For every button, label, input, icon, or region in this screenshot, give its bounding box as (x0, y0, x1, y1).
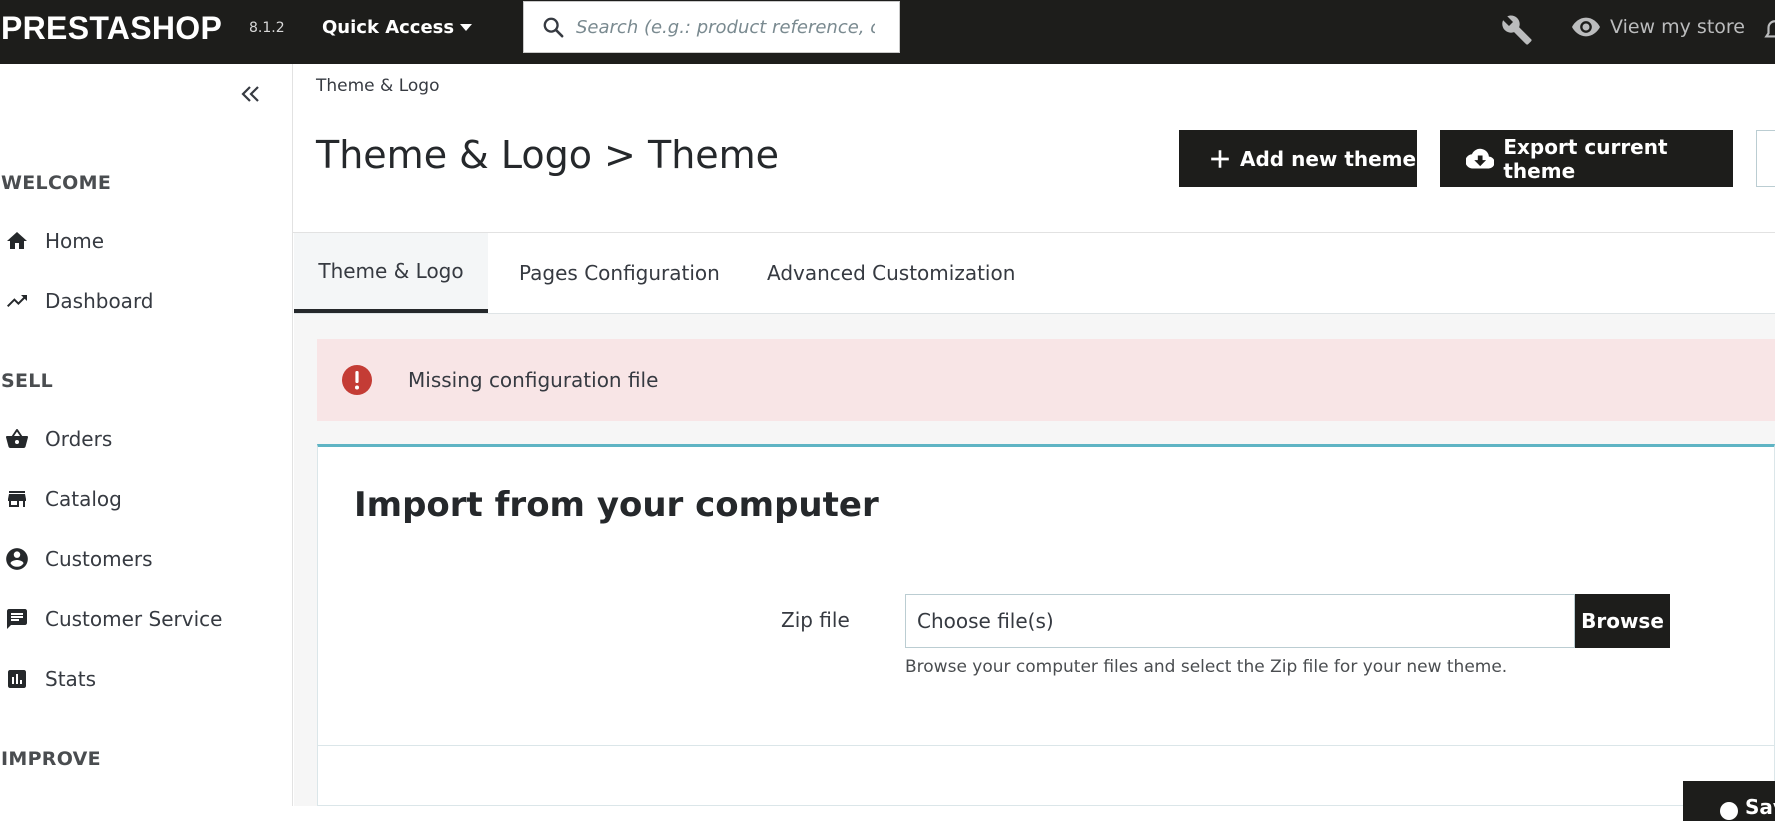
sidebar-item-label: Catalog (45, 487, 122, 511)
export-current-theme-label: Export current theme (1503, 134, 1668, 183)
import-card: Import from your computer Zip file Choos… (317, 444, 1775, 821)
sidebar-section-sell: SELL (1, 370, 54, 392)
trending-up-icon (2, 286, 32, 316)
eye-icon (1572, 17, 1600, 37)
file-input[interactable]: Choose file(s) (905, 594, 1575, 648)
tab-advanced-customization[interactable]: Advanced Customization (767, 233, 1015, 313)
chat-icon (2, 604, 32, 634)
sidebar-item-label: Home (45, 229, 105, 253)
version-label: 8.1.2 (249, 20, 285, 36)
sidebar-item-customers[interactable]: Customers (0, 542, 153, 576)
sidebar: WELCOME Home Dashboard SELL Orders Catal… (0, 64, 293, 806)
prestashop-logo[interactable]: PRESTASHOP (1, 10, 222, 46)
sidebar-item-label: Customers (45, 547, 153, 571)
sidebar-item-catalog[interactable]: Catalog (0, 482, 122, 516)
collapse-sidebar-icon[interactable] (240, 84, 262, 104)
browse-button[interactable]: Browse (1575, 594, 1670, 648)
search-icon[interactable] (542, 16, 564, 38)
file-upload-group: Choose file(s) Browse (905, 594, 1670, 648)
tab-theme-logo[interactable]: Theme & Logo (294, 233, 488, 313)
error-alert: Missing configuration file (317, 339, 1775, 421)
cloud-download-icon (1466, 148, 1495, 168)
basket-icon (2, 424, 32, 454)
breadcrumb[interactable]: Theme & Logo (316, 76, 439, 96)
card-title: Import from your computer (354, 485, 879, 525)
quick-access-dropdown[interactable]: Quick Access (322, 17, 473, 38)
card-divider (318, 745, 1774, 746)
sidebar-section-welcome: WELCOME (1, 172, 112, 194)
sidebar-item-dashboard[interactable]: Dashboard (0, 284, 154, 318)
wrench-icon[interactable] (1501, 14, 1533, 46)
quick-access-label: Quick Access (322, 17, 455, 38)
bar-chart-icon (2, 664, 32, 694)
caret-down-icon (460, 24, 473, 31)
save-button[interactable]: Save (1683, 781, 1775, 821)
view-store-link[interactable]: View my store (1572, 16, 1745, 38)
add-new-theme-label: Add new theme (1240, 146, 1417, 171)
plus-icon (1211, 149, 1229, 168)
zip-file-label: Zip file (781, 608, 850, 632)
save-icon (1720, 802, 1738, 820)
sidebar-item-label: Orders (45, 427, 113, 451)
save-label: Save (1745, 795, 1775, 819)
sidebar-section-improve: IMPROVE (1, 748, 101, 770)
search-input[interactable] (574, 15, 877, 39)
sidebar-item-label: Customer Service (45, 607, 223, 631)
top-bar: PRESTASHOP 8.1.2 Quick Access View my st… (0, 0, 1775, 64)
help-text: Browse your computer files and select th… (905, 657, 1508, 677)
error-icon (341, 364, 373, 396)
tab-pages-configuration[interactable]: Pages Configuration (519, 233, 720, 313)
account-circle-icon (2, 544, 32, 574)
sidebar-item-label: Dashboard (45, 289, 154, 313)
view-store-label: View my store (1610, 16, 1745, 38)
help-button[interactable] (1756, 130, 1775, 187)
sidebar-item-customer-service[interactable]: Customer Service (0, 602, 222, 636)
sidebar-item-orders[interactable]: Orders (0, 422, 112, 456)
home-icon (2, 226, 32, 256)
sidebar-item-home[interactable]: Home (0, 224, 104, 258)
sidebar-item-label: Stats (45, 667, 97, 691)
add-new-theme-button[interactable]: Add new theme (1179, 130, 1417, 187)
export-current-theme-button[interactable]: Export current theme (1440, 130, 1733, 187)
bell-icon[interactable] (1762, 16, 1775, 46)
tab-bar: Theme & Logo Pages Configuration Advance… (294, 233, 1775, 314)
sidebar-item-stats[interactable]: Stats (0, 662, 96, 696)
search-box[interactable] (523, 1, 900, 53)
alert-message: Missing configuration file (408, 368, 659, 392)
page-title: Theme & Logo > Theme (316, 133, 780, 177)
store-icon (2, 484, 32, 514)
